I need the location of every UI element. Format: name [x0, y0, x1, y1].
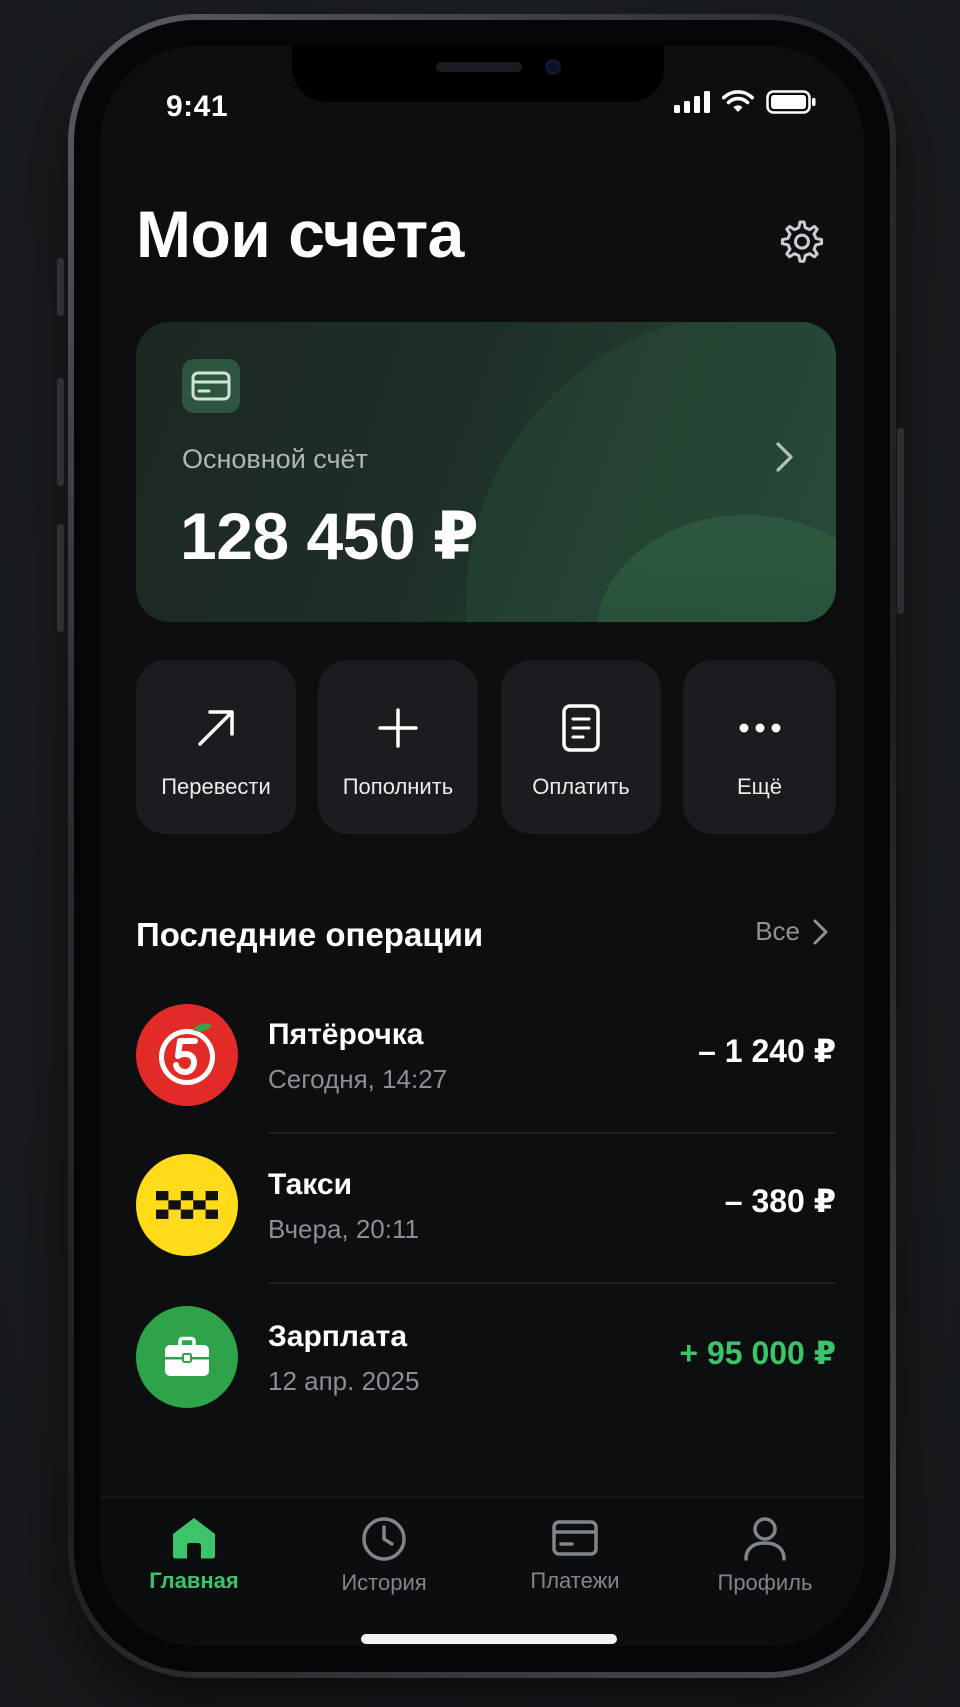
- tab-home[interactable]: Главная: [109, 1516, 279, 1594]
- gear-icon: [780, 220, 824, 263]
- account-card[interactable]: Основной счёт 128 450 ₽: [136, 322, 836, 622]
- chevron-right-icon: [776, 442, 793, 472]
- transaction-name: Такси: [268, 1168, 353, 1201]
- action-label: Ещё: [736, 774, 782, 799]
- battery-icon: [766, 90, 816, 114]
- tab-label: История: [341, 1570, 427, 1595]
- transaction-amount: + 95 000 ₽: [679, 1335, 836, 1371]
- status-time: 9:41: [166, 90, 229, 123]
- transaction-date: Вчера, 20:11: [268, 1214, 419, 1244]
- see-all-link[interactable]: Все: [755, 916, 830, 947]
- settings-button[interactable]: [776, 216, 828, 268]
- pay-button[interactable]: Оплатить: [501, 660, 661, 834]
- status-icons: [674, 90, 816, 114]
- power-button: [897, 428, 904, 614]
- tab-payments[interactable]: Платежи: [490, 1516, 660, 1594]
- mute-switch: [57, 258, 64, 316]
- divider: [268, 1132, 836, 1134]
- home-indicator: [361, 1634, 617, 1644]
- briefcase-icon: [136, 1306, 238, 1408]
- phone-frame: 9:41 Мои счета Основной счёт 128 450 ₽ П…: [68, 14, 896, 1678]
- speaker: [436, 62, 522, 72]
- tab-label: Профиль: [717, 1570, 813, 1595]
- front-camera: [545, 59, 561, 75]
- tab-bar: Главная История Платежи Профиль: [100, 1496, 864, 1646]
- plus-icon: [378, 708, 418, 748]
- transaction-name: Зарплата: [268, 1320, 408, 1353]
- taxi-logo: [136, 1154, 238, 1256]
- page-title: Мои счета: [136, 197, 464, 271]
- transaction-row[interactable]: Пятёрочка Сегодня, 14:27 – 1 240 ₽: [136, 1004, 836, 1108]
- account-balance: 128 450 ₽: [180, 499, 479, 573]
- transfer-button[interactable]: Перевести: [136, 660, 296, 834]
- tab-profile[interactable]: Профиль: [680, 1516, 850, 1596]
- quick-actions: Перевести Пополнить Оплатить Ещё: [136, 660, 836, 834]
- tab-history[interactable]: История: [299, 1516, 469, 1596]
- see-all-label: Все: [755, 916, 800, 946]
- transaction-date: 12 апр. 2025: [268, 1366, 420, 1396]
- transaction-amount: – 380 ₽: [724, 1183, 836, 1219]
- volume-down-button: [57, 524, 64, 632]
- action-label: Оплатить: [532, 774, 630, 799]
- section-title: Последние операции: [136, 916, 484, 953]
- home-icon: [173, 1518, 215, 1559]
- arrow-up-right-icon: [198, 710, 234, 746]
- transaction-row[interactable]: Такси Вчера, 20:11 – 380 ₽: [136, 1154, 836, 1258]
- top-up-button[interactable]: Пополнить: [318, 660, 478, 834]
- transaction-amount: – 1 240 ₽: [698, 1033, 836, 1069]
- credit-card-icon: [182, 359, 240, 413]
- clock-icon: [362, 1517, 406, 1561]
- account-label: Основной счёт: [182, 444, 368, 474]
- volume-up-button: [57, 378, 64, 486]
- wifi-icon: [722, 90, 754, 112]
- action-label: Пополнить: [342, 774, 454, 799]
- more-icon: [739, 723, 780, 733]
- user-icon: [744, 1517, 786, 1561]
- divider: [268, 1282, 836, 1284]
- pyaterochka-logo: [136, 1004, 238, 1106]
- more-button[interactable]: Ещё: [683, 660, 836, 834]
- receipt-icon: [562, 704, 600, 752]
- chevron-right-icon: [813, 919, 828, 944]
- notch: [292, 46, 664, 102]
- tab-label: Главная: [149, 1568, 239, 1593]
- tab-label: Платежи: [530, 1568, 620, 1593]
- action-label: Перевести: [161, 774, 271, 799]
- transaction-date: Сегодня, 14:27: [268, 1064, 448, 1094]
- signal-icon: [674, 91, 710, 113]
- transaction-name: Пятёрочка: [268, 1018, 424, 1051]
- transaction-row[interactable]: Зарплата 12 апр. 2025 + 95 000 ₽: [136, 1306, 836, 1410]
- screen: 9:41 Мои счета Основной счёт 128 450 ₽ П…: [100, 46, 864, 1646]
- card-icon: [552, 1520, 598, 1556]
